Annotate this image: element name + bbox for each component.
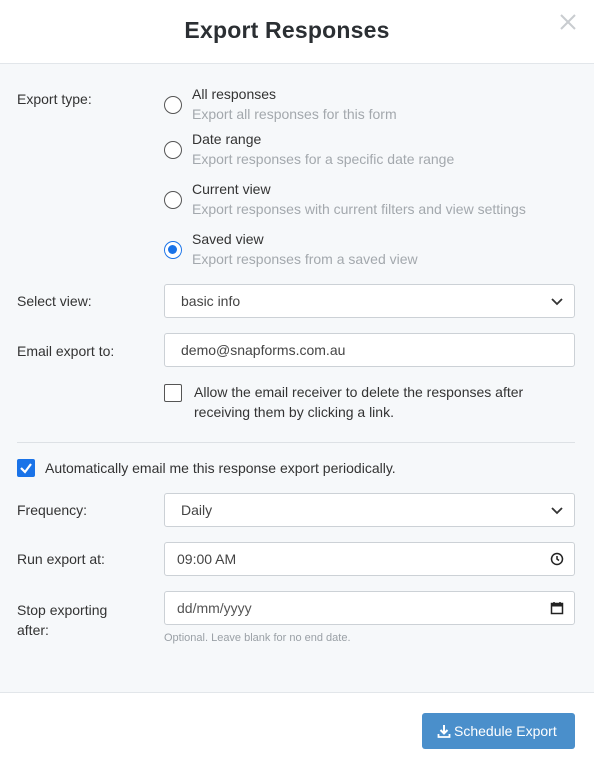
stop-exporting-placeholder: dd/mm/yyyy	[177, 600, 252, 616]
radio-description: Export all responses for this form	[192, 106, 397, 122]
frequency-label: Frequency:	[17, 502, 88, 518]
auto-email-checkbox[interactable]	[17, 459, 35, 477]
download-icon	[437, 724, 451, 741]
chevron-down-icon	[550, 294, 564, 311]
auto-email-label: Automatically email me this response exp…	[45, 460, 396, 476]
radio-button[interactable]	[164, 191, 182, 209]
calendar-icon[interactable]	[550, 601, 564, 618]
chevron-down-icon	[550, 503, 564, 520]
radio-title: All responses	[192, 86, 277, 102]
allow-delete-label: Allow the email receiver to delete the r…	[194, 382, 523, 422]
email-export-label: Email export to:	[17, 343, 115, 359]
dialog-footer: Schedule Export	[0, 692, 594, 767]
allow-delete-line2: receiving them by clicking a link.	[194, 404, 394, 420]
allow-delete-checkbox[interactable]	[164, 384, 182, 402]
radio-description: Export responses for a specific date ran…	[192, 151, 455, 167]
radio-button[interactable]	[164, 141, 182, 159]
radio-button[interactable]	[164, 96, 182, 114]
radio-button-selected[interactable]	[164, 241, 182, 259]
radio-saved-view[interactable]: Saved view Export responses from a saved…	[164, 231, 584, 269]
radio-all-responses[interactable]: All responses Export all responses for t…	[164, 86, 584, 124]
close-button[interactable]	[555, 9, 581, 35]
section-divider	[17, 442, 575, 443]
run-export-label: Run export at:	[17, 551, 105, 567]
radio-title: Current view	[192, 181, 271, 197]
radio-description: Export responses from a saved view	[192, 251, 418, 267]
stop-exporting-label-line1: Stop exporting	[17, 602, 108, 618]
select-view-value: basic info	[181, 293, 241, 309]
radio-current-view[interactable]: Current view Export responses with curre…	[164, 181, 584, 219]
schedule-export-button[interactable]: Schedule Export	[422, 713, 575, 749]
check-icon	[20, 463, 32, 474]
dialog-title: Export Responses	[184, 17, 390, 43]
export-type-label: Export type:	[17, 91, 92, 107]
dialog-header: Export Responses	[0, 0, 594, 64]
allow-delete-line1: Allow the email receiver to delete the r…	[194, 384, 524, 400]
email-export-value: demo@snapforms.com.au	[181, 342, 346, 358]
radio-title: Saved view	[192, 231, 264, 247]
stop-exporting-label-line2: after:	[17, 622, 49, 638]
clock-icon[interactable]	[550, 552, 564, 569]
run-export-value: 09:00 AM	[177, 551, 237, 567]
radio-title: Date range	[192, 131, 262, 147]
run-export-time-input[interactable]: 09:00 AM	[164, 542, 575, 576]
schedule-export-label: Schedule Export	[454, 723, 557, 739]
radio-description: Export responses with current filters an…	[192, 201, 526, 217]
stop-exporting-hint: Optional. Leave blank for no end date.	[164, 632, 351, 644]
frequency-dropdown[interactable]: Daily	[164, 493, 575, 527]
radio-date-range[interactable]: Date range Export responses for a specif…	[164, 131, 584, 169]
select-view-dropdown[interactable]: basic info	[164, 284, 575, 318]
stop-exporting-date-input[interactable]: dd/mm/yyyy	[164, 591, 575, 625]
frequency-value: Daily	[181, 502, 213, 518]
stop-exporting-label: Stop exporting after:	[17, 600, 107, 640]
email-export-input[interactable]: demo@snapforms.com.au	[164, 333, 575, 367]
select-view-label: Select view:	[17, 293, 92, 309]
close-icon	[560, 14, 576, 30]
